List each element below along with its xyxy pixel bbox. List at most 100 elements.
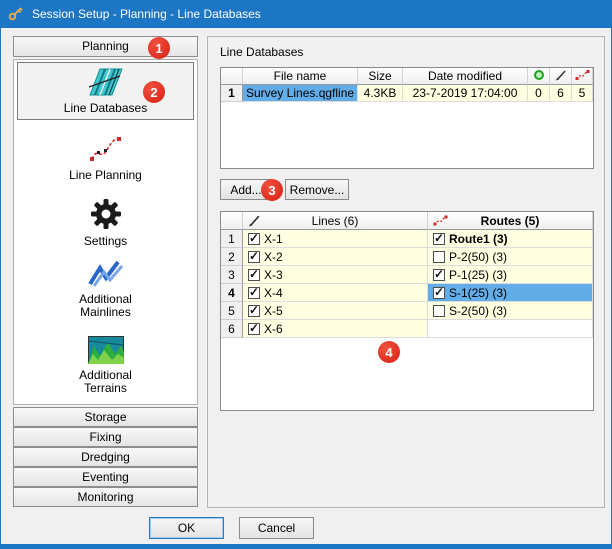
line-cell[interactable]: X-6 — [243, 320, 428, 338]
callout-badge-4: 4 — [378, 341, 400, 363]
sidebar-section-eventing[interactable]: Eventing — [13, 467, 198, 487]
sidebar-section-dredging[interactable]: Dredging — [13, 447, 198, 467]
line-cell[interactable]: X-3 — [243, 266, 428, 284]
additional-mainlines-icon — [88, 260, 124, 288]
table-row[interactable]: 6 X-6 — [221, 320, 593, 338]
size-header[interactable]: Size — [358, 68, 403, 85]
line-label: X-1 — [264, 232, 283, 246]
row-number: 1 — [221, 230, 243, 248]
points-column-header[interactable] — [528, 68, 550, 85]
route-cell[interactable]: S-2(50) (3) — [428, 302, 593, 320]
file-table-header-row: File name Size Date modified — [221, 68, 593, 85]
lines-header-label: Lines (6) — [312, 214, 359, 228]
line-cell[interactable]: X-4 — [243, 284, 428, 302]
route-checkbox[interactable] — [433, 269, 445, 281]
sidebar-section-monitoring[interactable]: Monitoring — [13, 487, 198, 507]
row-number: 6 — [221, 320, 243, 338]
route-label: Route1 (3) — [449, 232, 508, 246]
row-number: 4 — [221, 284, 243, 302]
route-checkbox[interactable] — [433, 251, 445, 263]
sidebar-icon-panel: Line Databases Line Planning — [13, 59, 198, 405]
session-setup-dialog: Session Setup - Planning - Line Database… — [0, 0, 612, 549]
file-table[interactable]: File name Size Date modified — [220, 67, 594, 169]
route-cell-selected[interactable]: S-1(25) (3) — [428, 284, 593, 302]
route-checkbox[interactable] — [433, 305, 445, 317]
table-row[interactable]: 2 X-2 P-2(50) (3) — [221, 248, 593, 266]
table-row[interactable]: 4 X-4 S-1(25) (3) — [221, 284, 593, 302]
line-label: X-3 — [264, 268, 283, 282]
nav-label-settings: Settings — [84, 235, 127, 248]
lines-count-cell[interactable]: 6 — [550, 85, 572, 102]
ok-button[interactable]: OK — [149, 517, 224, 539]
nav-label-additional-terrains: Additional Terrains — [61, 369, 151, 395]
sidebar-item-settings[interactable]: Settings — [17, 194, 194, 258]
line-icon — [248, 214, 261, 230]
title-bar[interactable]: Session Setup - Planning - Line Database… — [1, 0, 611, 28]
sidebar-item-additional-mainlines[interactable]: Additional Mainlines — [17, 256, 194, 328]
line-label: X-6 — [264, 322, 283, 336]
line-checkbox[interactable] — [248, 323, 260, 335]
routes-count-cell[interactable]: 5 — [572, 85, 593, 102]
sidebar-item-line-planning[interactable]: Line Planning — [17, 130, 194, 188]
lines-routes-header-row: Lines (6) Routes (5) — [221, 212, 593, 230]
line-databases-icon — [86, 67, 126, 97]
lines-column-header[interactable] — [550, 68, 572, 85]
additional-terrains-icon — [88, 336, 124, 364]
line-cell[interactable]: X-2 — [243, 248, 428, 266]
line-databases-panel: Line Databases File name Size Date modif… — [207, 36, 605, 508]
date-modified-cell[interactable]: 23-7-2019 17:04:00 — [403, 85, 528, 102]
table-row[interactable]: 3 X-3 P-1(25) (3) — [221, 266, 593, 284]
group-label: Line Databases — [220, 45, 303, 59]
file-name-cell[interactable]: Survey Lines.qgfline — [243, 85, 358, 102]
routes-header-label: Routes (5) — [481, 214, 540, 228]
route-checkbox[interactable] — [433, 233, 445, 245]
line-checkbox[interactable] — [248, 287, 260, 299]
route-label: P-2(50) (3) — [449, 250, 507, 264]
table-row[interactable]: 1 X-1 Route1 (3) — [221, 230, 593, 248]
line-checkbox[interactable] — [248, 305, 260, 317]
sidebar-section-storage[interactable]: Storage — [13, 407, 198, 427]
sidebar-section-planning[interactable]: Planning — [13, 36, 198, 57]
route-icon — [575, 69, 590, 84]
line-checkbox[interactable] — [248, 233, 260, 245]
route-cell-empty[interactable] — [428, 320, 593, 338]
lines-header[interactable]: Lines (6) — [243, 212, 428, 230]
line-cell[interactable]: X-1 — [243, 230, 428, 248]
row-number: 3 — [221, 266, 243, 284]
file-table-row[interactable]: 1 Survey Lines.qgfline 4.3KB 23-7-2019 1… — [221, 85, 593, 102]
route-label: S-2(50) (3) — [449, 304, 507, 318]
line-label: X-2 — [264, 250, 283, 264]
line-checkbox[interactable] — [248, 269, 260, 281]
line-checkbox[interactable] — [248, 251, 260, 263]
window-title: Session Setup - Planning - Line Database… — [32, 7, 261, 21]
route-cell[interactable]: P-1(25) (3) — [428, 266, 593, 284]
line-cell[interactable]: X-5 — [243, 302, 428, 320]
sidebar-item-line-databases[interactable]: Line Databases — [17, 62, 194, 120]
routes-header[interactable]: Routes (5) — [428, 212, 593, 230]
route-icon — [433, 214, 448, 230]
line-label: X-4 — [264, 286, 283, 300]
route-cell[interactable]: Route1 (3) — [428, 230, 593, 248]
nav-label-additional-mainlines: Additional Mainlines — [61, 293, 151, 319]
date-modified-header[interactable]: Date modified — [403, 68, 528, 85]
line-label: X-5 — [264, 304, 283, 318]
lines-routes-table[interactable]: Lines (6) Routes (5) 1 X-1 Route1 (3 — [220, 211, 594, 411]
size-cell[interactable]: 4.3KB — [358, 85, 403, 102]
remove-button[interactable]: Remove... — [285, 179, 349, 200]
route-label: S-1(25) (3) — [449, 286, 507, 300]
route-checkbox[interactable] — [433, 287, 445, 299]
nav-label-line-planning: Line Planning — [69, 169, 142, 182]
session-key-icon — [8, 5, 24, 24]
corner-header-cell — [221, 212, 243, 230]
routes-column-header[interactable] — [572, 68, 593, 85]
file-name-header[interactable]: File name — [243, 68, 358, 85]
sidebar-item-additional-terrains[interactable]: Additional Terrains — [17, 332, 194, 404]
route-cell[interactable]: P-2(50) (3) — [428, 248, 593, 266]
callout-badge-2: 2 — [143, 81, 165, 103]
cancel-button[interactable]: Cancel — [239, 517, 314, 539]
corner-header-cell — [221, 68, 243, 85]
table-row[interactable]: 5 X-5 S-2(50) (3) — [221, 302, 593, 320]
row-number: 1 — [221, 85, 243, 102]
sidebar-section-fixing[interactable]: Fixing — [13, 427, 198, 447]
points-count-cell[interactable]: 0 — [528, 85, 550, 102]
